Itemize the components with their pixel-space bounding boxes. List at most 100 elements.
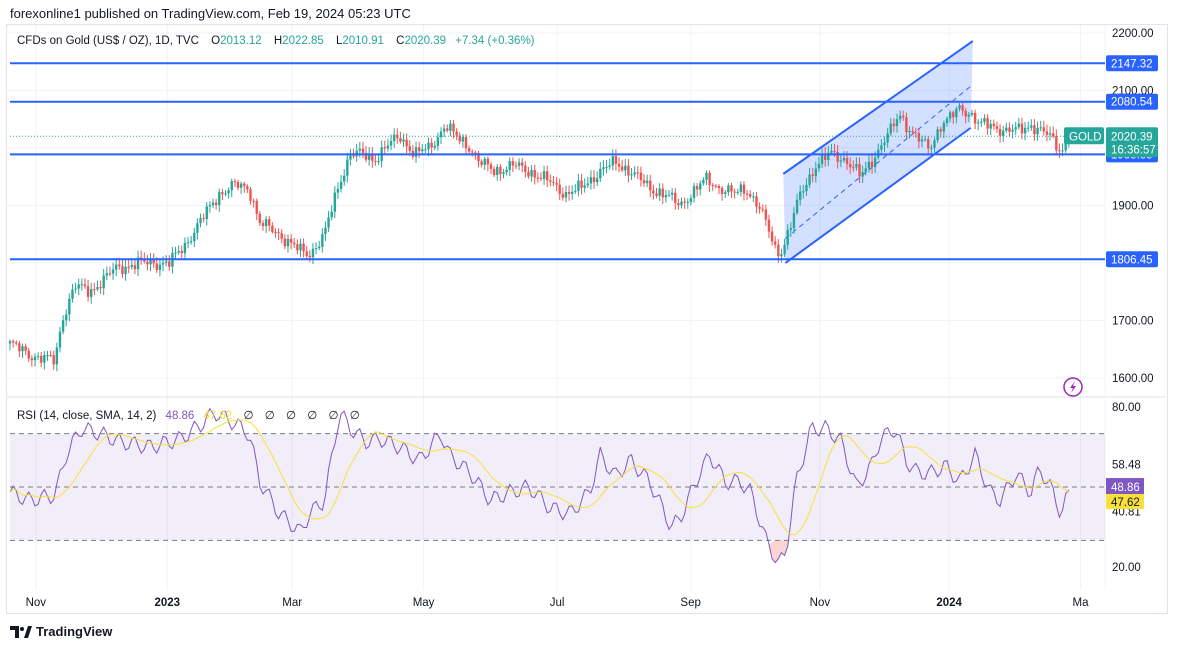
candle-body (383, 147, 386, 149)
candle-body (752, 196, 755, 198)
candle-body (508, 161, 511, 170)
candle-body (692, 186, 696, 199)
candle-body (1017, 123, 1021, 128)
candle-body (873, 157, 877, 168)
candle-body (714, 185, 718, 187)
candle-body (349, 155, 352, 160)
candle-body (995, 126, 999, 129)
candle-body (389, 141, 393, 146)
candle-body (346, 159, 349, 176)
low-value: 2010.91 (342, 35, 384, 47)
candle-body (1014, 127, 1017, 130)
candle-body (817, 163, 821, 169)
rsi-value-label: 48.86 (1111, 482, 1140, 494)
candle-body (330, 211, 333, 218)
candle-body (339, 181, 343, 189)
rsi-sma-value: 47.62 (203, 410, 233, 422)
candle-body (243, 183, 246, 187)
empty-value: ∅ (285, 410, 297, 422)
candle-body (236, 182, 240, 188)
open-label: O (211, 35, 221, 47)
candle-body (327, 217, 330, 228)
candle-body (677, 203, 680, 206)
time-tick-label: Ma (1073, 597, 1090, 609)
candle-body (149, 259, 152, 265)
candle-body (436, 137, 440, 146)
candle-body (886, 133, 889, 143)
candle-body (736, 191, 739, 193)
candle-body (795, 199, 799, 214)
candle-body (283, 238, 287, 247)
candle-body (611, 156, 614, 166)
rsi-value: 48.86 (165, 410, 195, 422)
candle-body (352, 155, 355, 157)
candle-body (1061, 150, 1064, 152)
candle-body (8, 341, 12, 344)
empty-value: ∅ (349, 410, 360, 422)
symbol-legend: CFDs on Gold (US$ / OZ), 1D, TVC O2013.1… (17, 35, 535, 47)
candle-body (1011, 129, 1014, 132)
candle-body (602, 167, 605, 169)
candle-body (239, 183, 243, 188)
candle-body (65, 314, 68, 321)
candle-body (527, 171, 530, 177)
candle-body (973, 112, 977, 124)
candle-body (733, 191, 736, 193)
candle-body (49, 355, 52, 357)
candle-body (1039, 127, 1042, 129)
candle-body (405, 139, 408, 147)
candle-body (202, 218, 205, 220)
candle-body (986, 118, 989, 129)
candle-body (880, 145, 883, 150)
candle-body (1008, 127, 1011, 132)
chart-canvas[interactable]: 2200.002100.001900.001700.001600.002147.… (0, 0, 1177, 650)
candle-body (277, 232, 280, 234)
time-tick-label: Mar (282, 597, 302, 609)
candle-body (377, 160, 380, 162)
candle-body (942, 122, 946, 132)
high-value: 2022.85 (282, 35, 324, 47)
candle-body (489, 164, 493, 169)
candle-body (983, 118, 986, 122)
candle-body (749, 194, 752, 197)
candle-body (218, 192, 221, 206)
candle-body (268, 219, 271, 226)
change-value: +7.34 (+0.36%) (455, 35, 535, 47)
candle-body (695, 186, 699, 190)
candle-body (505, 169, 508, 173)
candle-body (61, 320, 65, 332)
candle-body (624, 165, 627, 171)
candle-body (661, 188, 664, 198)
candle-body (108, 273, 112, 275)
candle-body (439, 131, 443, 138)
candle-body (792, 213, 796, 229)
level-price-label: 2147.32 (1111, 58, 1153, 70)
candle-body (474, 152, 477, 154)
candle-body (883, 142, 886, 146)
candle-body (780, 254, 783, 257)
candle-body (96, 287, 99, 290)
candle-body (168, 261, 171, 267)
candle-body (302, 243, 305, 252)
candle-body (86, 286, 90, 297)
tradingview-logo[interactable]: TradingView (10, 624, 112, 639)
last-price-label: 2020.39 (1111, 131, 1153, 143)
candle-body (274, 231, 277, 233)
candle-body (180, 251, 183, 254)
candle-body (583, 185, 586, 188)
candle-body (68, 298, 71, 315)
candle-body (280, 233, 283, 239)
candle-body (452, 123, 455, 132)
candle-body (614, 156, 618, 164)
candle-body (630, 174, 633, 176)
candle-body (461, 137, 465, 142)
countdown-label: 16:36:57 (1111, 144, 1156, 156)
candle-body (492, 168, 496, 175)
candle-body (155, 263, 158, 270)
candle-body (633, 172, 636, 175)
candle-body (121, 266, 124, 275)
candle-body (127, 266, 130, 268)
candle-body (1042, 127, 1046, 132)
candle-body (608, 165, 611, 167)
symbol-title: CFDs on Gold (US$ / OZ), 1D, TVC (17, 35, 199, 47)
